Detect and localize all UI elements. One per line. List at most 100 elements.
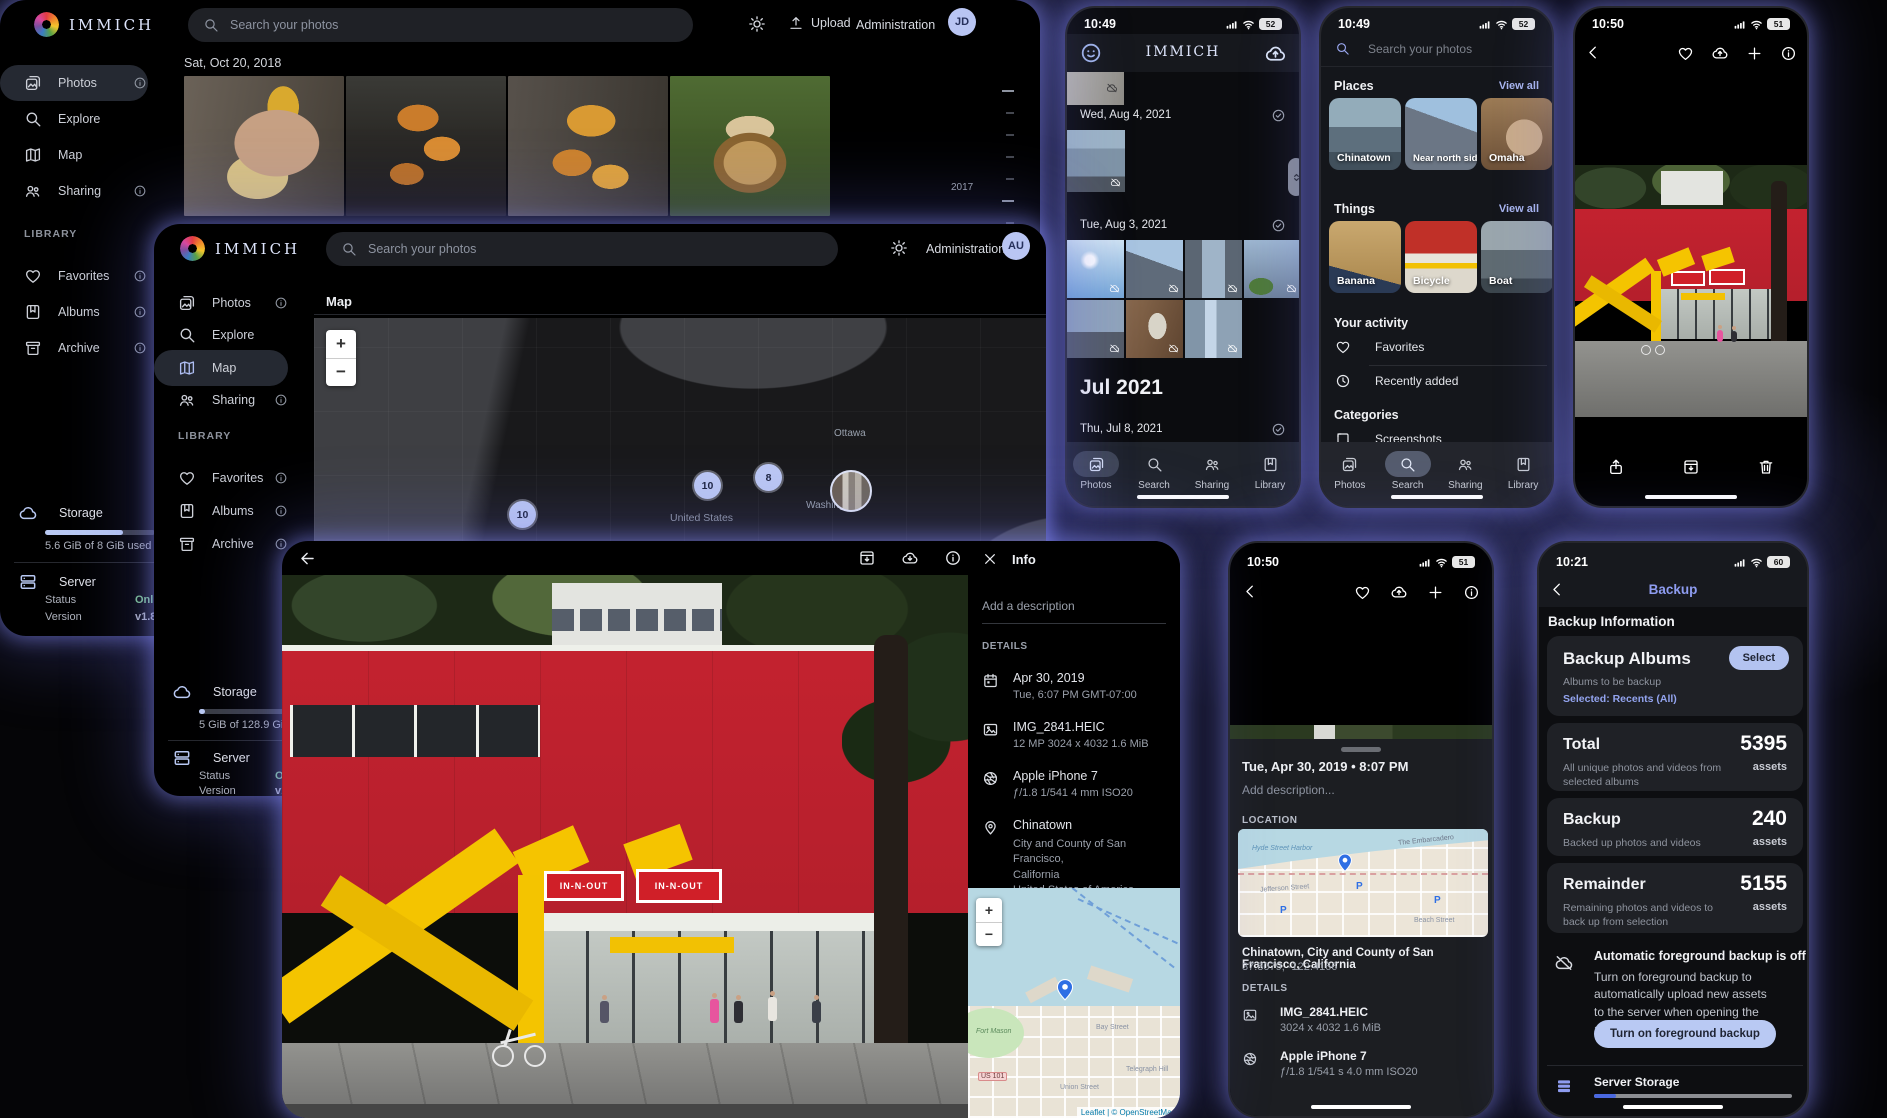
profile-avatar-icon[interactable] (1079, 41, 1103, 65)
sidebar-item-albums[interactable]: Albums (0, 294, 150, 330)
detail-location-row[interactable]: Chinatown City and County of San Francis… (982, 818, 1173, 899)
description-input[interactable]: Add a description (982, 599, 1075, 613)
description-input[interactable]: Add description... (1242, 783, 1335, 797)
place-card[interactable]: Chinatown (1329, 98, 1401, 170)
sidebar-item-archive[interactable]: Archive (0, 330, 150, 366)
archive-button-icon[interactable] (858, 549, 876, 567)
map-photo-marker[interactable] (830, 470, 872, 512)
select-group-icon[interactable] (1271, 108, 1286, 123)
theme-toggle-button[interactable] (748, 15, 766, 33)
sidebar-item-explore[interactable]: Explore (0, 101, 150, 137)
place-card[interactable]: Near north side (1405, 98, 1477, 170)
photo-thumb[interactable] (1126, 240, 1183, 298)
sidebar-item-sharing[interactable]: Sharing (0, 173, 150, 209)
nav-search[interactable]: Search (1380, 451, 1436, 491)
nav-search[interactable]: Search (1126, 451, 1182, 491)
home-indicator[interactable] (1391, 495, 1483, 499)
cloud-download-icon[interactable] (901, 549, 919, 567)
map-attribution[interactable]: Leaflet | © OpenStreetMap (1077, 1107, 1180, 1118)
zoom-out-button[interactable]: − (976, 923, 1002, 947)
back-button[interactable] (1585, 44, 1602, 61)
timeline-tick[interactable] (1006, 112, 1014, 114)
map-cluster-marker[interactable]: 8 (755, 464, 782, 491)
thing-card[interactable]: Bicycle (1405, 221, 1477, 293)
nav-photos[interactable]: Photos (1322, 451, 1378, 491)
nav-sharing[interactable]: Sharing (1437, 451, 1493, 491)
photo-thumb[interactable] (1185, 300, 1242, 358)
home-indicator[interactable] (1645, 495, 1737, 499)
back-button[interactable] (1242, 583, 1259, 600)
info-icon[interactable] (944, 549, 962, 567)
things-view-all[interactable]: View all (1499, 203, 1539, 215)
trash-icon[interactable] (1757, 458, 1775, 476)
administration-link[interactable]: Administration (856, 18, 935, 32)
photo-thumb[interactable] (1244, 240, 1301, 298)
search-input[interactable]: Search your photos (326, 232, 838, 266)
select-button[interactable]: Select (1729, 646, 1789, 670)
cloud-upload-icon[interactable] (1711, 44, 1729, 62)
backup-cloud-icon[interactable] (1264, 42, 1287, 65)
photo-thumb[interactable] (1126, 300, 1183, 358)
home-indicator[interactable] (1311, 1105, 1411, 1109)
info-icon[interactable] (1463, 584, 1480, 601)
timeline-tick[interactable] (1006, 178, 1014, 180)
cloud-upload-icon[interactable] (1390, 583, 1408, 601)
theme-toggle-button[interactable] (890, 239, 908, 257)
favorites-row[interactable]: Favorites (1335, 339, 1424, 355)
back-button[interactable] (1549, 581, 1566, 598)
select-group-icon[interactable] (1271, 422, 1286, 437)
nav-library[interactable]: Library (1495, 451, 1551, 491)
photo-sliver[interactable] (1230, 725, 1492, 739)
photo-thumb[interactable] (1067, 240, 1124, 298)
photo-in-n-out-mobile[interactable] (1575, 165, 1807, 417)
heart-icon[interactable] (1677, 45, 1694, 62)
nav-photos[interactable]: Photos (1068, 451, 1124, 491)
location-map[interactable]: P P P The Embarcadero Jefferson Street B… (1238, 829, 1488, 937)
zoom-out-button[interactable]: − (326, 359, 356, 387)
map-cluster-marker[interactable]: 10 (694, 472, 721, 499)
administration-link[interactable]: Administration (926, 242, 1005, 256)
sidebar-item-map[interactable]: Map (154, 350, 288, 386)
photo-mushroom-3[interactable] (508, 76, 668, 216)
thing-card[interactable]: Banana (1329, 221, 1401, 293)
back-button[interactable] (298, 549, 317, 568)
home-indicator[interactable] (1137, 495, 1229, 499)
home-indicator[interactable] (1623, 1105, 1723, 1109)
timeline-tick[interactable] (1002, 200, 1014, 202)
zoom-in-button[interactable]: + (326, 330, 356, 359)
photo-mushroom-1[interactable] (184, 76, 344, 216)
sidebar-item-explore[interactable]: Explore (154, 317, 304, 353)
sidebar-item-favorites[interactable]: Favorites (0, 258, 150, 294)
thing-card[interactable]: Boat (1481, 221, 1553, 293)
photo-mushroom-4[interactable] (670, 76, 830, 216)
location-minimap[interactable]: + − Fort Mason Bay Street US 101 Union S… (968, 888, 1180, 1118)
photo-mushroom-2[interactable] (346, 76, 506, 216)
photo-in-n-out[interactable]: IN-N-OUT IN-N-OUT (282, 575, 968, 1118)
search-input[interactable]: Search your photos (1335, 41, 1472, 56)
plus-icon[interactable] (1427, 584, 1444, 601)
photo-thumb[interactable] (1067, 72, 1124, 105)
nav-sharing[interactable]: Sharing (1184, 451, 1240, 491)
archive-icon[interactable] (1682, 458, 1700, 476)
zoom-in-button[interactable]: + (976, 898, 1002, 923)
photo-thumb[interactable] (1067, 300, 1124, 358)
timeline-scrubber-handle[interactable] (1288, 158, 1301, 196)
places-view-all[interactable]: View all (1499, 80, 1539, 92)
close-info-button[interactable] (982, 551, 998, 567)
nav-library[interactable]: Library (1242, 451, 1298, 491)
heart-icon[interactable] (1354, 584, 1371, 601)
share-icon[interactable] (1607, 458, 1625, 476)
sidebar-item-map[interactable]: Map (0, 137, 150, 173)
turn-on-backup-button[interactable]: Turn on foreground backup (1594, 1020, 1776, 1048)
place-card[interactable]: Omaha (1481, 98, 1553, 170)
photo-thumb[interactable] (1067, 130, 1125, 192)
plus-icon[interactable] (1746, 45, 1763, 62)
sheet-drag-handle[interactable] (1341, 747, 1381, 752)
map-cluster-marker[interactable]: 10 (509, 501, 536, 528)
sidebar-item-photos[interactable]: Photos (0, 65, 148, 101)
timeline-tick[interactable] (1006, 156, 1014, 158)
info-icon[interactable] (1780, 45, 1797, 62)
select-group-icon[interactable] (1271, 218, 1286, 233)
recently-added-row[interactable]: Recently added (1335, 373, 1458, 389)
user-avatar[interactable]: AU (1002, 232, 1030, 260)
